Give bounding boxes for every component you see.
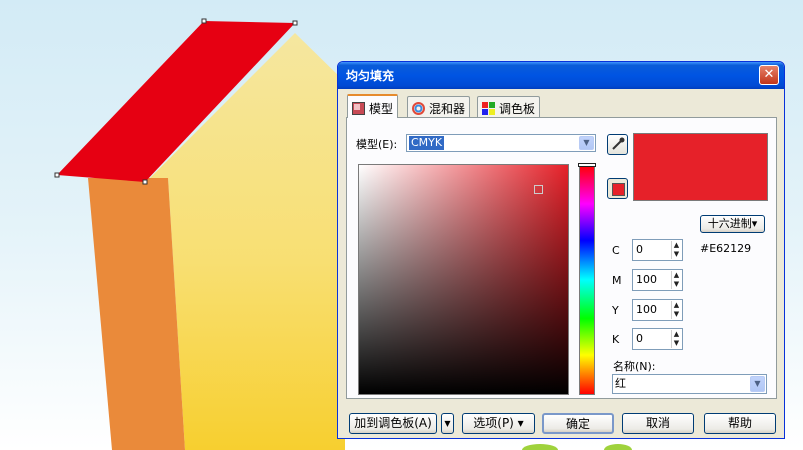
green-shape [522,444,558,450]
m-label: M [612,274,622,287]
name-label: 名称(N): [613,360,656,373]
tab-mixer[interactable]: 混和器 [407,96,471,117]
color-picker-square[interactable] [358,164,569,395]
hex-value[interactable]: #E62129 [700,242,751,255]
cancel-button[interactable]: 取消 [622,413,694,434]
roof-handle [292,20,298,26]
y-value[interactable]: 100 [636,303,657,316]
m-value[interactable]: 100 [636,273,657,286]
options-button[interactable]: 选项(P) ▾ [462,413,535,434]
chevron-down-icon: ▼ [444,419,451,428]
name-select[interactable]: 红 ▼ [612,374,767,394]
close-icon: ✕ [763,67,775,82]
model-select[interactable]: CMYK ▼ [406,134,596,152]
model-select-value: CMYK [409,136,445,150]
model-icon [352,101,365,115]
m-stepper[interactable]: 100 ▲ ▼ [632,269,683,291]
tab-palette-label: 调色板 [499,101,536,116]
k-stepper[interactable]: 0 ▲ ▼ [632,328,683,350]
uniform-fill-dialog: 均匀填充 ✕ 模型 混和器 调色板 模型(E): CMYK ▼ 十六进制▾ #E… [337,61,785,439]
model-label: 模型(E): [356,138,398,151]
house-orange-wall [88,178,185,450]
roof-handle [201,18,207,24]
name-select-value: 红 [615,377,626,390]
dialog-titlebar[interactable]: 均匀填充 ✕ [338,62,784,89]
eyedropper-button[interactable] [607,134,628,155]
hex-mode-button[interactable]: 十六进制▾ [700,215,765,233]
tab-mixer-label: 混和器 [429,101,466,116]
chevron-down-icon[interactable]: ▼ [750,376,765,392]
dialog-title: 均匀填充 [346,69,395,83]
k-label: K [612,333,620,346]
y-stepper[interactable]: 100 ▲ ▼ [632,299,683,321]
roof-handle [142,179,148,185]
current-color-swatch [612,183,625,196]
mixer-icon [412,101,425,115]
hue-slider[interactable] [578,163,596,395]
spinner-icon[interactable]: ▲ ▼ [671,301,681,319]
eyedropper-icon [612,137,625,150]
chevron-down-icon[interactable]: ▼ [579,136,594,150]
tab-palette[interactable]: 调色板 [477,96,541,117]
c-value[interactable]: 0 [636,243,643,256]
tab-model-label: 模型 [369,101,394,116]
spinner-icon[interactable]: ▲ ▼ [671,271,681,289]
help-button[interactable]: 帮助 [704,413,776,434]
k-value[interactable]: 0 [636,332,643,345]
roof-handle [54,172,60,178]
ok-button[interactable]: 确定 [542,413,614,434]
spinner-icon[interactable]: ▲ ▼ [671,330,681,348]
c-stepper[interactable]: 0 ▲ ▼ [632,239,683,261]
green-shape [604,444,632,450]
color-swatch-button[interactable] [607,178,628,199]
color-preview [633,133,768,201]
y-label: Y [612,304,619,317]
add-to-palette-button[interactable]: 加到调色板(A) [349,413,437,434]
model-tab-panel: 模型(E): CMYK ▼ 十六进制▾ #E62129 C 0 ▲ ▼ M 100 ▲… [346,117,777,399]
close-button[interactable]: ✕ [759,65,779,85]
tab-model[interactable]: 模型 [347,94,399,118]
picker-cursor[interactable] [534,185,543,194]
c-label: C [612,244,620,257]
palette-icon [482,101,495,115]
hue-slider-handle[interactable] [578,163,596,167]
add-to-palette-dropdown[interactable]: ▼ [441,413,454,434]
spinner-icon[interactable]: ▲ ▼ [671,241,681,259]
